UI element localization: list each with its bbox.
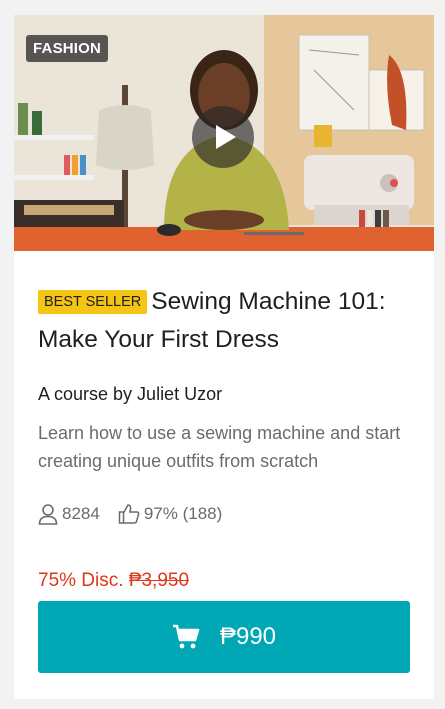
course-description: Learn how to use a sewing machine and st… <box>38 423 401 471</box>
course-card-inner: FASHION BEST SELLER Sewing Machine 101: M… <box>14 15 434 699</box>
thumbs-up-icon <box>118 503 140 525</box>
course-author[interactable]: A course by Juliet Uzor <box>38 384 222 405</box>
category-tag: FASHION <box>26 35 109 62</box>
course-stats: 8284 97% (188) <box>38 503 222 525</box>
discount-label: 75% Disc. <box>38 570 124 591</box>
buy-button[interactable]: ₱990 <box>38 601 410 673</box>
course-card[interactable]: FASHION BEST SELLER Sewing Machine 101: M… <box>0 0 445 709</box>
cart-icon <box>172 624 200 650</box>
play-icon[interactable] <box>192 106 254 168</box>
original-price: ₱3,950 <box>128 570 190 591</box>
best-seller-badge: BEST SELLER <box>38 290 148 314</box>
rating-value: 97% (188) <box>143 504 223 523</box>
user-icon <box>38 503 58 525</box>
course-title-block[interactable]: BEST SELLER Sewing Machine 101: Make Your… <box>38 283 418 359</box>
course-thumbnail[interactable]: FASHION <box>14 15 434 251</box>
price-line: 75% Disc. ₱3,950 <box>38 570 189 592</box>
price-value: ₱990 <box>219 623 277 650</box>
students-count: 8284 <box>62 504 100 523</box>
